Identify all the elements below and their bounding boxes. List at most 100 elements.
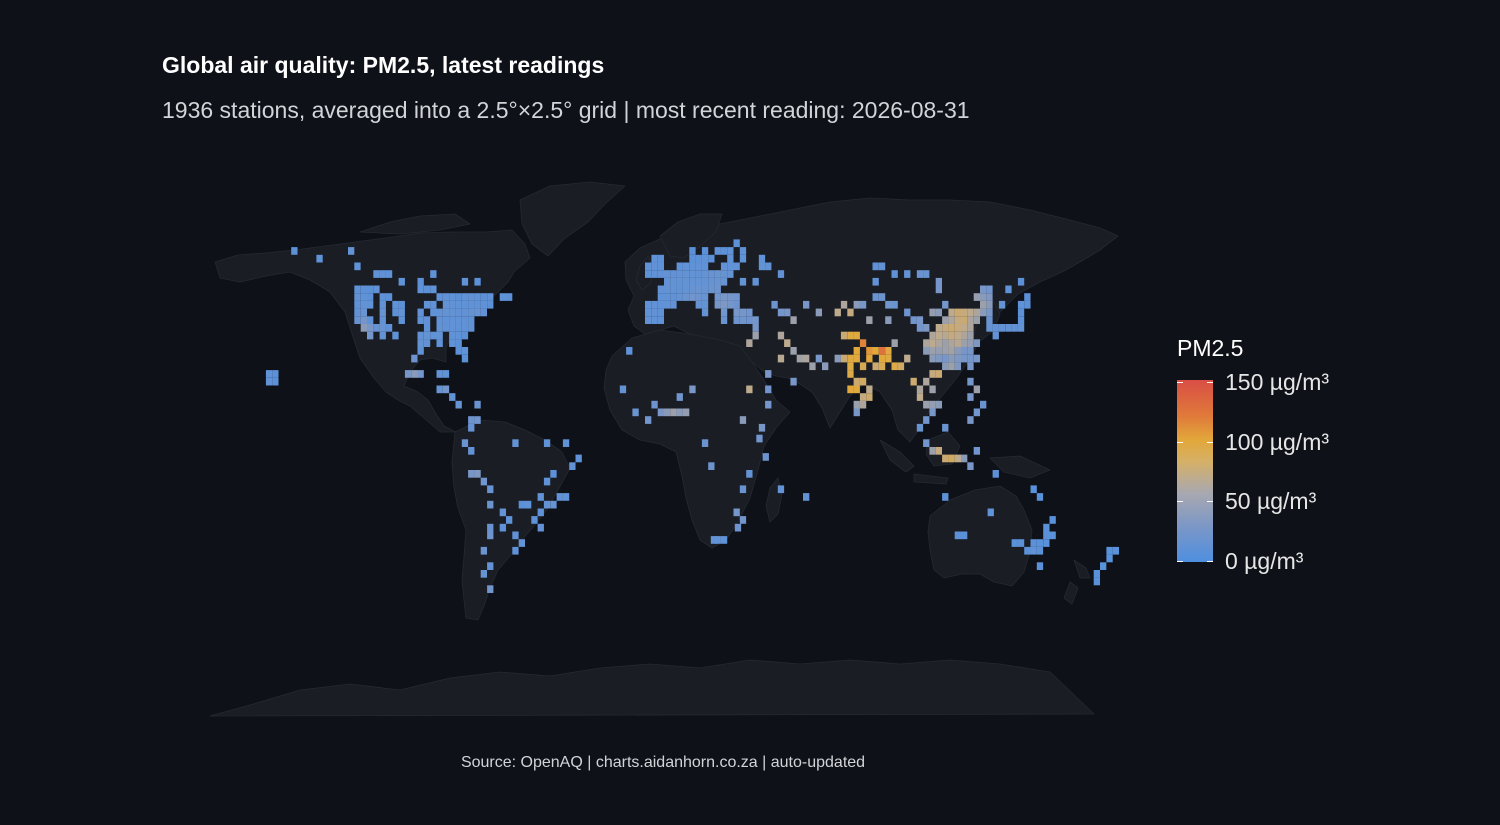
grid-cell (670, 277, 677, 286)
grid-cell (929, 354, 936, 363)
grid-cell (859, 339, 867, 347)
grid-cell (935, 339, 943, 347)
grid-cell (676, 270, 683, 278)
grid-cell (859, 393, 867, 401)
grid-cell (733, 300, 740, 309)
grid-cell (385, 293, 393, 301)
grid-cell (1017, 308, 1025, 317)
grid-cell (954, 316, 962, 324)
grid-cell (367, 300, 374, 309)
grid-cell (973, 339, 981, 347)
legend-label-150: 150 µg/m³ (1225, 369, 1330, 395)
grid-cell (708, 254, 715, 263)
land-java (913, 473, 949, 485)
grid-cell (847, 370, 854, 378)
grid-cell (891, 300, 898, 309)
grid-cell (980, 308, 987, 317)
grid-cell (708, 277, 715, 286)
grid-cell (885, 347, 892, 355)
grid-cell (676, 293, 683, 301)
grid-cell (935, 308, 943, 317)
grid-cell (442, 293, 450, 301)
grid-cell (739, 308, 747, 317)
grid-cell (442, 324, 450, 332)
grid-cell (512, 439, 519, 447)
grid-cell (455, 300, 462, 309)
grid-cell (468, 308, 475, 317)
grid-cell (291, 247, 298, 255)
grid-cell (967, 331, 974, 340)
grid-cell (651, 254, 658, 263)
grid-cell (973, 316, 981, 324)
grid-cell (657, 270, 665, 278)
grid-cell (948, 454, 955, 463)
grid-cell (531, 516, 538, 524)
grid-cell (762, 453, 769, 461)
grid-cell (417, 277, 424, 286)
grid-cell (720, 270, 728, 278)
grid-cell (645, 270, 652, 278)
grid-cell (923, 270, 930, 278)
grid-cell (506, 516, 513, 524)
grid-cell (942, 324, 949, 332)
grid-cell (777, 331, 785, 340)
grid-cell (657, 254, 665, 263)
legend-label-50: 50 µg/m³ (1225, 488, 1317, 514)
grid-cell (379, 308, 386, 317)
grid-cell (967, 316, 974, 324)
grid-cell (739, 416, 747, 424)
grid-cell (392, 331, 399, 340)
grid-cell (474, 293, 481, 301)
land-antarctica (209, 659, 1095, 717)
grid-cell (436, 316, 443, 324)
grid-cell (942, 493, 949, 501)
grid-cell (695, 277, 702, 286)
grid-cell (916, 385, 924, 394)
grid-cell (695, 262, 702, 271)
grid-cell (904, 270, 911, 278)
grid-cell (916, 423, 924, 432)
grid-cell (1024, 546, 1031, 555)
grid-cell (354, 262, 361, 271)
grid-cell (986, 285, 993, 294)
grid-cell (417, 316, 424, 324)
grid-cell (866, 393, 873, 401)
grid-cell (487, 485, 494, 494)
grid-cell (354, 308, 361, 317)
grid-cell (973, 308, 981, 317)
grid-cell (872, 362, 879, 371)
grid-cell (449, 308, 456, 317)
grid-cell (645, 308, 652, 317)
grid-cell (752, 331, 759, 340)
grid-cell (986, 308, 993, 317)
grid-cell (683, 262, 690, 271)
grid-cell (967, 339, 974, 347)
grid-cell (272, 370, 279, 378)
grid-cell (840, 300, 848, 309)
grid-cell (499, 293, 507, 301)
grid-cell (980, 300, 987, 309)
grid-cell (676, 408, 683, 417)
grid-cell (468, 423, 475, 432)
grid-cell (442, 316, 450, 324)
grid-cell (872, 262, 879, 271)
grid-cell (1011, 324, 1018, 332)
grid-cell (720, 316, 728, 324)
grid-cell (689, 293, 696, 301)
grid-cell (765, 370, 772, 378)
grid-cell (986, 293, 993, 301)
grid-cell (689, 385, 696, 394)
grid-cell (904, 354, 911, 363)
legend-label-100: 100 µg/m³ (1225, 429, 1330, 455)
grid-cell (657, 285, 665, 294)
grid-cell (468, 293, 475, 301)
grid-cell (657, 308, 665, 317)
grid-cell (853, 385, 860, 394)
grid-cell (746, 385, 753, 394)
grid-cell (354, 300, 361, 309)
grid-cell (474, 416, 481, 424)
grid-cell (758, 254, 766, 263)
grid-cell (651, 308, 658, 317)
grid-cell (360, 316, 368, 324)
land-new-zealand (1063, 559, 1091, 605)
